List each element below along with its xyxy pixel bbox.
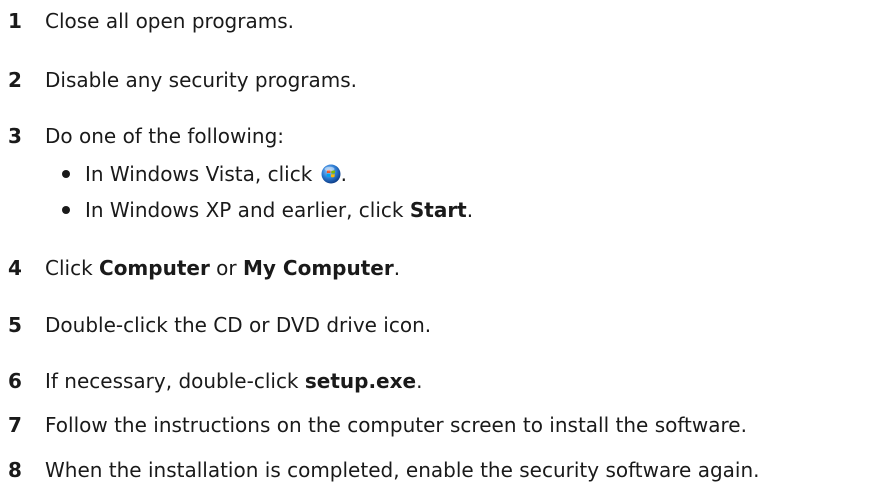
bold-term: Start (409, 198, 467, 222)
step-text: Close all open programs. (45, 9, 294, 33)
step-text-part: If necessary, double-click (45, 369, 305, 393)
substep-text: In Windows XP and earlier, click Start. (85, 195, 473, 225)
step-number: 2 (8, 68, 22, 92)
step-text: Double-click the CD or DVD drive icon. (45, 313, 432, 337)
step-number: 8 (8, 458, 22, 482)
bold-term: My Computer (243, 256, 394, 280)
step-text: Do one of the following: (45, 124, 285, 148)
substep-text-part: . (340, 162, 348, 186)
substep-text-part: . (466, 198, 474, 222)
windows-start-orb-icon (321, 164, 341, 184)
step-number: 6 (8, 369, 22, 393)
bold-term: Computer (99, 256, 210, 280)
bullet (62, 206, 70, 214)
substep-text-part: In Windows Vista, click (85, 162, 319, 186)
step-text: When the installation is completed, enab… (45, 458, 760, 482)
step-text-part: . (393, 256, 401, 280)
step-text-part: . (416, 369, 423, 393)
step-number: 4 (8, 256, 22, 280)
step-text: Disable any security programs. (45, 68, 358, 92)
step-text: Click Computer or My Computer. (45, 253, 400, 283)
step-text: If necessary, double-click setup.exe. (45, 366, 422, 396)
step-text-part: or (209, 256, 244, 280)
step-number: 3 (8, 124, 22, 148)
step-number: 1 (8, 9, 22, 33)
step-text: Follow the instructions on the computer … (45, 413, 747, 437)
bold-term: setup.exe (304, 369, 417, 393)
substep-text-part: In Windows XP and earlier, click (85, 198, 410, 222)
substep-text: In Windows Vista, click . (85, 159, 347, 189)
step-number: 5 (8, 313, 22, 337)
step-number: 7 (8, 413, 22, 437)
bullet (62, 170, 70, 178)
step-text-part: Click (45, 256, 100, 280)
